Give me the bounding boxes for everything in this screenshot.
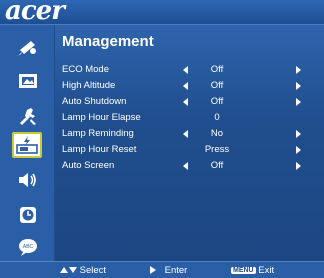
arrow-right-icon[interactable] xyxy=(296,66,301,74)
menu-row-auto-shutdown[interactable]: Auto Shutdown Off xyxy=(55,94,324,110)
row-label: Lamp Reminding xyxy=(62,128,134,139)
select-hint: Select xyxy=(60,265,106,276)
arrow-left-icon[interactable] xyxy=(183,82,188,90)
sidebar: ABC xyxy=(0,25,54,261)
image-settings-icon[interactable] xyxy=(17,37,39,57)
select-label: Select xyxy=(79,265,107,276)
arrow-right-icon[interactable] xyxy=(296,130,301,138)
row-value: Off xyxy=(210,160,224,171)
arrow-left-icon[interactable] xyxy=(183,98,188,106)
language-icon[interactable]: ABC xyxy=(17,237,39,257)
arrow-right-icon[interactable] xyxy=(296,162,301,170)
header-bar: acer xyxy=(0,0,324,26)
enter-hint: Enter xyxy=(150,265,187,276)
arrow-down-icon xyxy=(69,267,77,274)
row-label: ECO Mode xyxy=(62,64,109,75)
arrow-right-icon xyxy=(150,266,156,275)
row-value: Off xyxy=(210,96,224,107)
osd-window: acer ABC Management ECO Mode Off High Al… xyxy=(0,0,324,278)
exit-hint: MENU Exit xyxy=(231,265,274,276)
arrow-left-icon[interactable] xyxy=(183,66,188,74)
row-value: Press xyxy=(204,144,230,155)
acer-logo: acer xyxy=(5,0,65,26)
menu-key-icon: MENU xyxy=(231,266,256,274)
menu-row-lamp-hour-elapse: Lamp Hour Elapse 0 xyxy=(55,110,324,126)
screen-icon[interactable] xyxy=(17,71,39,91)
menu-row-lamp-reminding[interactable]: Lamp Reminding No xyxy=(55,126,324,142)
audio-icon[interactable] xyxy=(17,170,39,190)
row-value: Off xyxy=(210,80,224,91)
menu-row-high-altitude[interactable]: High Altitude Off xyxy=(55,78,324,94)
enter-label: Enter xyxy=(164,265,188,276)
arrow-right-icon[interactable] xyxy=(296,146,301,154)
svg-text:ABC: ABC xyxy=(23,244,34,250)
menu-row-eco-mode[interactable]: ECO Mode Off xyxy=(55,62,324,78)
row-value: 0 xyxy=(214,112,220,123)
row-label: Lamp Hour Reset xyxy=(62,144,137,155)
timer-icon[interactable] xyxy=(17,205,39,225)
arrow-up-icon xyxy=(60,267,68,274)
footer-bar: Select Enter MENU Exit xyxy=(0,261,324,278)
arrow-left-icon[interactable] xyxy=(183,130,188,138)
row-value: No xyxy=(210,128,224,139)
page-title: Management xyxy=(62,33,154,50)
management-icon[interactable] xyxy=(12,132,42,158)
row-label: High Altitude xyxy=(62,80,116,91)
row-label: Lamp Hour Elapse xyxy=(62,112,141,123)
tools-icon[interactable] xyxy=(17,106,39,126)
arrow-left-icon[interactable] xyxy=(183,162,188,170)
menu-row-lamp-hour-reset[interactable]: Lamp Hour Reset Press xyxy=(55,142,324,158)
arrow-right-icon[interactable] xyxy=(296,82,301,90)
exit-label: Exit xyxy=(258,265,275,276)
row-value: Off xyxy=(210,64,224,75)
row-label: Auto Screen xyxy=(62,160,115,171)
management-panel: Management ECO Mode Off High Altitude Of… xyxy=(55,25,324,261)
row-label: Auto Shutdown xyxy=(62,96,127,107)
arrow-right-icon[interactable] xyxy=(296,98,301,106)
menu-row-auto-screen[interactable]: Auto Screen Off xyxy=(55,158,324,174)
